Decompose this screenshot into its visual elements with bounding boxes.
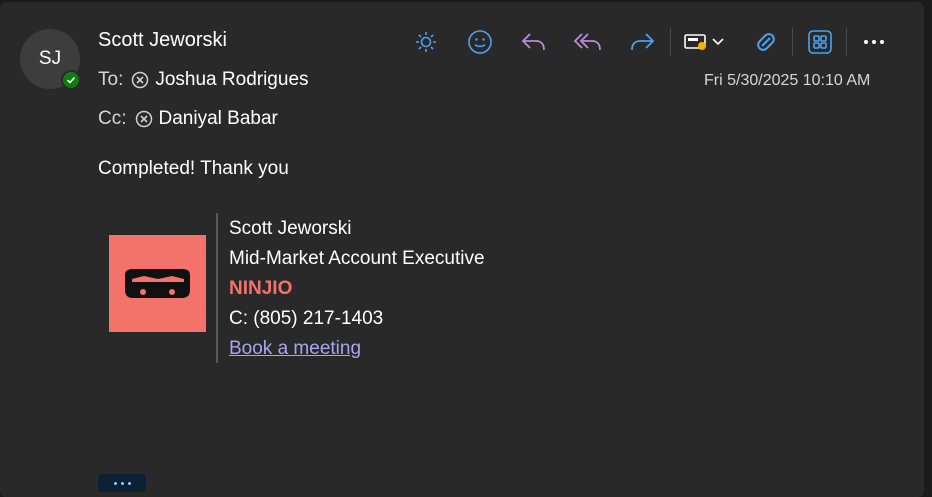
chevron-down-icon[interactable] bbox=[706, 26, 730, 58]
remove-recipient-icon[interactable] bbox=[131, 71, 149, 89]
toolbar-divider bbox=[846, 28, 847, 56]
show-more-button[interactable] bbox=[98, 474, 146, 492]
to-label: To: bbox=[98, 69, 124, 90]
tag-icon[interactable] bbox=[750, 26, 782, 58]
message-body: Completed! Thank you bbox=[98, 158, 289, 179]
apps-icon[interactable] bbox=[804, 26, 836, 58]
dot bbox=[127, 481, 131, 485]
book-meeting-link[interactable]: Book a meeting bbox=[229, 338, 361, 360]
signature-phone: C: (805) 217-1403 bbox=[229, 308, 384, 329]
avatar-initials: SJ bbox=[38, 48, 62, 69]
reply-icon[interactable] bbox=[518, 26, 550, 58]
cc-recipient[interactable]: Daniyal Babar bbox=[159, 108, 278, 130]
toolbar-divider bbox=[670, 28, 671, 56]
sent-datetime: Fri 5/30/2025 10:10 AM bbox=[704, 72, 871, 89]
sender-name[interactable]: Scott Jeworski bbox=[98, 29, 227, 52]
signature-title: Mid-Market Account Executive bbox=[229, 248, 485, 269]
message-card: SJ Scott Jeworski To: Joshua Rodrigues C… bbox=[0, 2, 924, 497]
signature-name: Scott Jeworski bbox=[229, 218, 352, 239]
cc-row: Cc: Daniyal Babar bbox=[98, 108, 278, 130]
to-recipient[interactable]: Joshua Rodrigues bbox=[155, 69, 308, 91]
smiley-icon[interactable] bbox=[464, 26, 496, 58]
signature-divider bbox=[216, 213, 218, 363]
sun-icon[interactable] bbox=[410, 26, 442, 58]
forward-icon[interactable] bbox=[626, 26, 658, 58]
remove-recipient-icon[interactable] bbox=[135, 110, 153, 128]
presence-available-icon bbox=[61, 70, 81, 90]
cc-label: Cc: bbox=[98, 108, 127, 129]
reply-all-icon[interactable] bbox=[572, 26, 604, 58]
dot bbox=[120, 481, 124, 485]
company-logo bbox=[109, 235, 206, 332]
signature-company: NINJIO bbox=[229, 278, 293, 299]
to-row: To: Joshua Rodrigues bbox=[98, 69, 309, 91]
dot bbox=[113, 481, 117, 485]
more-icon[interactable] bbox=[858, 26, 890, 58]
toolbar-divider bbox=[792, 28, 793, 56]
